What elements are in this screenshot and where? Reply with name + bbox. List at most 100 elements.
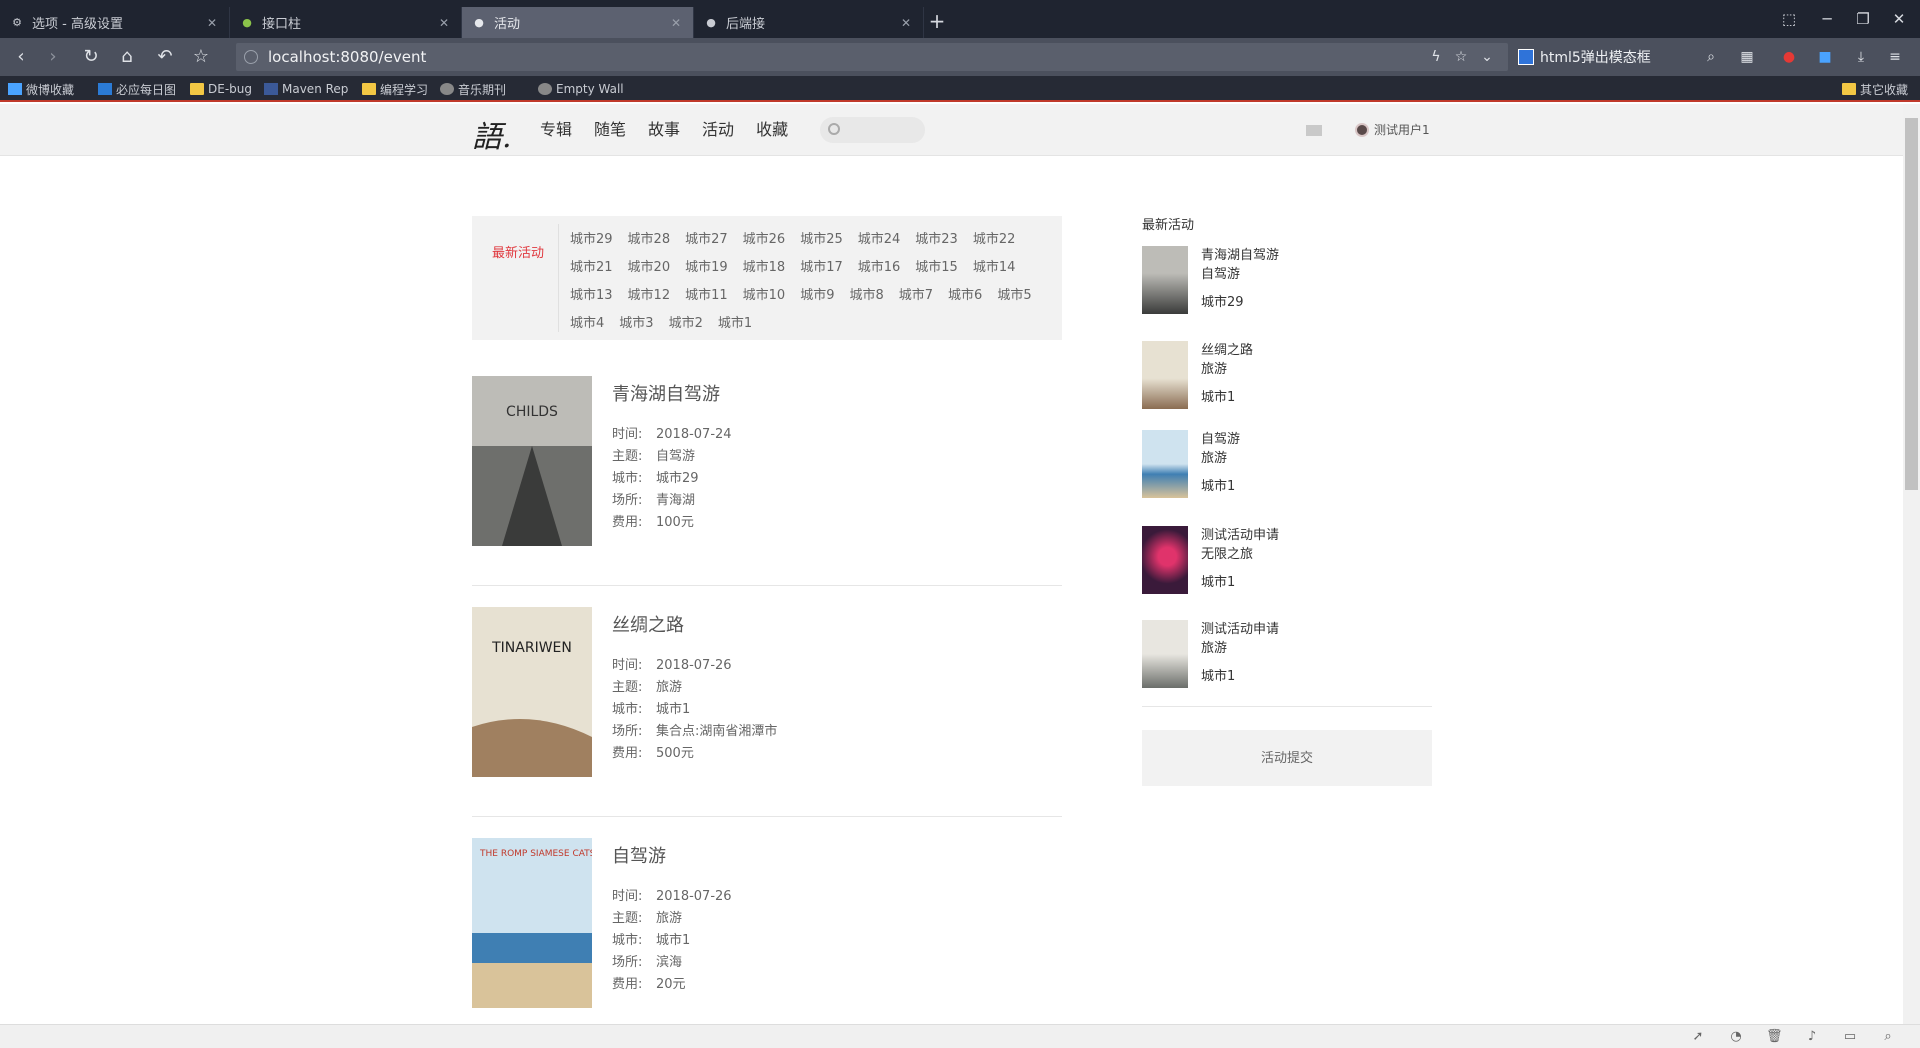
sound-icon[interactable]: ♪	[1804, 1029, 1820, 1045]
sidebar-event[interactable]: 丝绸之路 旅游 城市1	[1142, 341, 1432, 421]
sidebar-thumb[interactable]	[1142, 430, 1188, 498]
city-link[interactable]: 城市27	[685, 226, 728, 254]
apps-icon[interactable]: ▦	[1736, 44, 1758, 70]
menu-icon[interactable]: ≡	[1884, 44, 1906, 70]
city-link[interactable]: 城市23	[915, 226, 958, 254]
city-link[interactable]: 城市26	[743, 226, 786, 254]
mail-icon[interactable]	[1306, 125, 1322, 136]
city-link[interactable]: 城市29	[570, 226, 613, 254]
site-logo[interactable]: 語.	[472, 112, 512, 156]
city-link[interactable]: 城市6	[948, 282, 982, 310]
bookmark-item[interactable]: 必应每日图	[98, 80, 176, 98]
site-search-input[interactable]	[820, 117, 925, 143]
bookmark-item[interactable]: 编程学习	[362, 80, 428, 98]
reload-icon[interactable]: ↻	[78, 44, 104, 70]
city-link[interactable]: 城市16	[858, 254, 901, 282]
city-link[interactable]: 城市2	[669, 310, 703, 338]
event-item[interactable]: THE ROMP SIAMESE CATS 自驾游 时间: 2018-07-26 …	[472, 838, 1062, 1024]
close-icon[interactable]: ✕	[899, 16, 913, 30]
event-item[interactable]: TINARIWEN 丝绸之路 时间: 2018-07-26 主题: 旅游 城市: 城市…	[472, 607, 1062, 817]
sidebar-event[interactable]: 自驾游 旅游 城市1	[1142, 430, 1432, 510]
city-link[interactable]: 城市17	[800, 254, 843, 282]
restore-icon[interactable]: ❐	[1846, 6, 1880, 32]
bookmark-star-icon[interactable]: ☆	[188, 44, 214, 70]
new-tab-button[interactable]: +	[924, 9, 950, 35]
bookmark-item[interactable]: Maven Rep	[264, 80, 348, 98]
sidebar-event[interactable]: 测试活动申请 旅游 城市1	[1142, 620, 1432, 700]
sidebar-event[interactable]: 青海湖自驾游 自驾游 城市29	[1142, 246, 1432, 326]
star-icon[interactable]: ☆	[1450, 44, 1472, 70]
sidebar-event-name[interactable]: 青海湖自驾游	[1201, 246, 1279, 265]
info-icon[interactable]	[244, 50, 258, 64]
close-window-icon[interactable]: ✕	[1882, 6, 1916, 32]
nav-collection[interactable]: 收藏	[756, 118, 788, 142]
sidebar-event-name[interactable]: 测试活动申请	[1201, 620, 1279, 639]
city-link[interactable]: 城市25	[800, 226, 843, 254]
zoom-icon[interactable]: ⌕	[1880, 1029, 1896, 1045]
opera-icon[interactable]: ●	[1778, 44, 1800, 70]
lightning-icon[interactable]: ϟ	[1426, 44, 1446, 70]
bookmark-item[interactable]: DE-bug	[190, 80, 252, 98]
page-scrollbar[interactable]	[1903, 104, 1920, 1024]
download-icon[interactable]: ⤓	[1850, 44, 1872, 70]
window-icon[interactable]: ▭	[1842, 1029, 1858, 1045]
city-link[interactable]: 城市19	[685, 254, 728, 282]
city-link[interactable]: 城市9	[800, 282, 834, 310]
shirt-icon[interactable]: ⬚	[1772, 6, 1806, 32]
nav-event[interactable]: 活动	[702, 118, 734, 142]
sidebar-thumb[interactable]	[1142, 620, 1188, 688]
city-link[interactable]: 城市24	[858, 226, 901, 254]
bookmark-other[interactable]: 其它收藏	[1842, 80, 1908, 98]
close-icon[interactable]: ✕	[437, 16, 451, 30]
filter-latest[interactable]: 最新活动	[492, 242, 544, 261]
city-link[interactable]: 城市20	[628, 254, 671, 282]
city-link[interactable]: 城市10	[743, 282, 786, 310]
city-link[interactable]: 城市28	[628, 226, 671, 254]
city-link[interactable]: 城市14	[973, 254, 1016, 282]
city-link[interactable]: 城市5	[997, 282, 1031, 310]
city-link[interactable]: 城市3	[619, 310, 653, 338]
submit-event-button[interactable]: 活动提交	[1142, 730, 1432, 786]
event-poster[interactable]: TINARIWEN	[472, 607, 592, 777]
nav-essay[interactable]: 随笔	[594, 118, 626, 142]
event-title[interactable]: 自驾游	[612, 842, 666, 868]
tab-backend[interactable]: ● 后端接 ✕	[694, 7, 924, 38]
rocket-icon[interactable]: ➚	[1690, 1029, 1706, 1045]
extension-icon[interactable]: ■	[1814, 44, 1836, 70]
scrollbar-thumb[interactable]	[1905, 118, 1918, 490]
event-poster[interactable]: CHILDS	[472, 376, 592, 546]
chevron-down-icon[interactable]: ⌄	[1476, 44, 1498, 70]
tab-event[interactable]: ● 活动 ✕	[462, 7, 694, 38]
event-item[interactable]: CHILDS 青海湖自驾游 时间: 2018-07-24 主题: 自驾游 城市: 城市…	[472, 376, 1062, 586]
city-link[interactable]: 城市11	[685, 282, 728, 310]
tab-api[interactable]: ● 接口柱 ✕	[230, 7, 462, 38]
city-link[interactable]: 城市8	[849, 282, 883, 310]
event-poster[interactable]: THE ROMP SIAMESE CATS	[472, 838, 592, 1008]
bookmark-item[interactable]: Empty Wall	[538, 80, 624, 98]
sidebar-thumb[interactable]	[1142, 526, 1188, 594]
undo-icon[interactable]: ↶	[152, 44, 178, 70]
sidebar-thumb[interactable]	[1142, 341, 1188, 409]
city-link[interactable]: 城市22	[973, 226, 1016, 254]
close-icon[interactable]: ✕	[205, 16, 219, 30]
nav-album[interactable]: 专辑	[540, 118, 572, 142]
nav-story[interactable]: 故事	[648, 118, 680, 142]
city-link[interactable]: 城市15	[915, 254, 958, 282]
tab-settings[interactable]: ⚙ 选项 - 高级设置 ✕	[0, 7, 230, 38]
sidebar-event-name[interactable]: 丝绸之路	[1201, 341, 1253, 360]
city-link[interactable]: 城市12	[628, 282, 671, 310]
city-link[interactable]: 城市1	[718, 310, 752, 338]
forward-icon[interactable]: ›	[40, 44, 66, 70]
event-title[interactable]: 青海湖自驾游	[612, 380, 720, 406]
close-icon[interactable]: ✕	[669, 16, 683, 30]
address-bar[interactable]: localhost:8080/event	[236, 43, 1508, 71]
event-title[interactable]: 丝绸之路	[612, 611, 684, 637]
city-link[interactable]: 城市13	[570, 282, 613, 310]
sidebar-event-name[interactable]: 自驾游	[1201, 430, 1240, 449]
city-link[interactable]: 城市21	[570, 254, 613, 282]
search-icon[interactable]: ⌕	[1700, 44, 1722, 70]
bookmark-item[interactable]: 微博收藏	[8, 80, 74, 98]
user-menu[interactable]: 测试用户1	[1355, 121, 1430, 138]
sidebar-thumb[interactable]	[1142, 246, 1188, 314]
speed-icon[interactable]: ◔	[1728, 1029, 1744, 1045]
